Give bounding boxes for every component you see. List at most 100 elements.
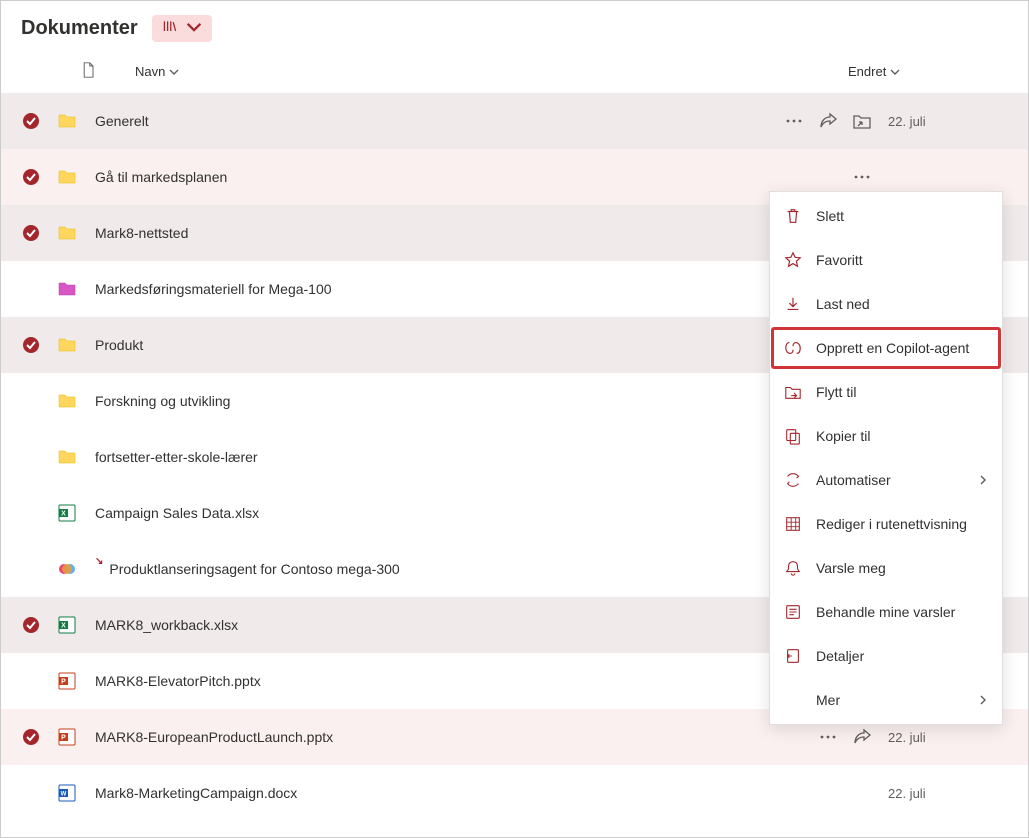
row-actions	[772, 167, 872, 187]
modified-date: 22. juli	[888, 730, 1008, 745]
share-button[interactable]	[818, 111, 838, 131]
word-icon	[57, 783, 79, 803]
context-menu-item[interactable]: Automatiser	[770, 458, 1002, 502]
ppt-icon	[57, 727, 79, 747]
more-actions-button[interactable]	[784, 111, 804, 131]
row-select-check[interactable]	[21, 279, 41, 299]
folder-icon	[57, 391, 79, 411]
file-name[interactable]: ↘Produktlanseringsagent for Contoso mega…	[95, 561, 756, 577]
download-icon	[784, 295, 802, 313]
copilot-icon	[784, 339, 802, 357]
file-name[interactable]: Produkt	[95, 337, 756, 353]
file-name[interactable]: MARK8_workback.xlsx	[95, 617, 756, 633]
context-menu-label: Flytt til	[816, 384, 988, 400]
file-name[interactable]: Gå til markedsplanen	[95, 169, 756, 185]
context-menu-label: Mer	[816, 692, 964, 708]
context-menu-item[interactable]: Last ned	[770, 282, 1002, 326]
star-icon	[784, 251, 802, 269]
context-menu-label: Last ned	[816, 296, 988, 312]
row-select-check[interactable]	[21, 391, 41, 411]
excel-icon	[57, 503, 79, 523]
file-name[interactable]: MARK8-EuropeanProductLaunch.pptx	[95, 729, 756, 745]
page-header: Dokumenter	[1, 1, 1028, 60]
shortcut-button[interactable]	[852, 111, 872, 131]
file-name[interactable]: Forskning og utvikling	[95, 393, 756, 409]
file-name[interactable]: fortsetter-etter-skole-lærer	[95, 449, 756, 465]
document-icon	[81, 60, 97, 83]
file-name[interactable]: Mark8-nettsted	[95, 225, 756, 241]
page-title: Dokumenter	[21, 17, 138, 40]
row-select-check[interactable]	[21, 223, 41, 243]
folder-icon	[57, 447, 79, 467]
copyto-icon	[784, 427, 802, 445]
share-button[interactable]	[852, 727, 872, 747]
column-header-name[interactable]: Navn	[135, 64, 179, 79]
grid-icon	[784, 515, 802, 533]
chevron-down-icon	[186, 19, 202, 38]
details-icon	[784, 647, 802, 665]
context-menu-item[interactable]: Kopier til	[770, 414, 1002, 458]
more-actions-button[interactable]	[818, 727, 838, 747]
file-name[interactable]: MARK8-ElevatorPitch.pptx	[95, 673, 756, 689]
context-menu-item[interactable]: Mer	[770, 678, 1002, 722]
column-headers: Navn Endret	[1, 60, 1028, 93]
context-menu-item[interactable]: Varsle meg	[770, 546, 1002, 590]
context-menu-label: Automatiser	[816, 472, 964, 488]
context-menu-label: Kopier til	[816, 428, 988, 444]
automate-icon	[784, 471, 802, 489]
chevron-down-icon	[169, 67, 179, 77]
row-select-check[interactable]	[21, 167, 41, 187]
file-name[interactable]: Campaign Sales Data.xlsx	[95, 505, 756, 521]
row-select-check[interactable]	[21, 503, 41, 523]
row-select-check[interactable]	[21, 671, 41, 691]
context-menu-item[interactable]: Opprett en Copilot-agent	[770, 326, 1002, 370]
context-menu-item[interactable]: Detaljer	[770, 634, 1002, 678]
context-menu-item[interactable]: Slett	[770, 194, 1002, 238]
context-menu-label: Varsle meg	[816, 560, 988, 576]
more-actions-button[interactable]	[852, 167, 872, 187]
modified-date: 22. juli	[888, 786, 1008, 801]
row-select-check[interactable]	[21, 447, 41, 467]
row-select-check[interactable]	[21, 615, 41, 635]
manage-icon	[784, 603, 802, 621]
chevron-right-icon	[978, 472, 988, 488]
row-select-check[interactable]	[21, 783, 41, 803]
chevron-down-icon	[890, 67, 900, 77]
folder-icon	[57, 279, 79, 299]
folder-icon	[57, 223, 79, 243]
row-actions	[772, 727, 872, 747]
file-name[interactable]: Mark8-MarketingCampaign.docx	[95, 785, 756, 801]
file-name[interactable]: Markedsføringsmateriell for Mega-100	[95, 281, 756, 297]
moveto-icon	[784, 383, 802, 401]
excel-icon	[57, 615, 79, 635]
view-switcher-pill[interactable]	[152, 15, 212, 42]
file-row[interactable]: Generelt 22. juli	[1, 93, 1028, 149]
context-menu-label: Favoritt	[816, 252, 988, 268]
context-menu-label: Behandle mine varsler	[816, 604, 988, 620]
file-name[interactable]: Generelt	[95, 113, 756, 129]
modified-date: 22. juli	[888, 114, 1008, 129]
row-select-check[interactable]	[21, 559, 41, 579]
context-menu-label: Slett	[816, 208, 988, 224]
context-menu-item[interactable]: Favoritt	[770, 238, 1002, 282]
folder-icon	[57, 111, 79, 131]
context-menu-item[interactable]: Rediger i rutenettvisning	[770, 502, 1002, 546]
library-icon	[162, 19, 178, 38]
row-select-check[interactable]	[21, 111, 41, 131]
context-menu-item[interactable]: Flytt til	[770, 370, 1002, 414]
file-row[interactable]: Mark8-MarketingCampaign.docx 22. juli	[1, 765, 1028, 821]
trash-icon	[784, 207, 802, 225]
column-header-modified[interactable]: Endret	[848, 64, 1008, 79]
context-menu-label: Opprett en Copilot-agent	[816, 340, 988, 356]
row-select-check[interactable]	[21, 335, 41, 355]
context-menu: Slett Favoritt Last ned Opprett en Copilot-…	[769, 191, 1003, 725]
row-select-check[interactable]	[21, 727, 41, 747]
copilot-icon	[57, 559, 79, 579]
context-menu-label: Detaljer	[816, 648, 988, 664]
shortcut-badge: ↘	[95, 556, 103, 567]
folder-icon	[57, 167, 79, 187]
context-menu-item[interactable]: Behandle mine varsler	[770, 590, 1002, 634]
blank-icon	[784, 691, 802, 709]
chevron-right-icon	[978, 692, 988, 708]
context-menu-label: Rediger i rutenettvisning	[816, 516, 988, 532]
